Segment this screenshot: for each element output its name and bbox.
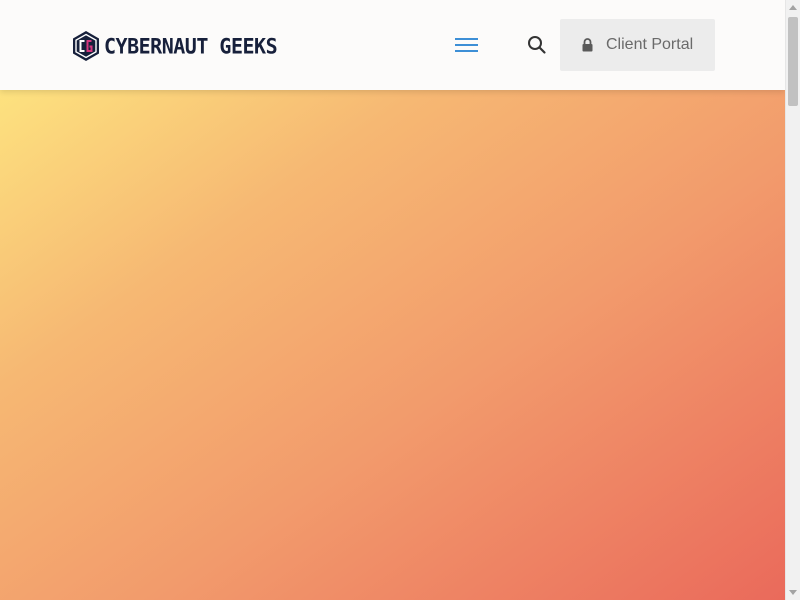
scroll-up-arrow-icon[interactable] bbox=[789, 5, 797, 10]
vertical-scrollbar[interactable] bbox=[785, 0, 800, 600]
site-logo-link[interactable]: CYBERNAUT GEEKS bbox=[72, 30, 278, 62]
search-icon bbox=[528, 36, 546, 54]
menu-bar-bottom bbox=[455, 50, 478, 52]
hero-gradient-banner bbox=[0, 90, 785, 600]
lock-icon bbox=[582, 38, 593, 52]
client-portal-label: Client Portal bbox=[606, 36, 694, 53]
browser-viewport: CYBERNAUT GEEKS Client Portal bbox=[0, 0, 800, 600]
menu-bar-middle bbox=[455, 44, 478, 46]
logo-wordmark: CYBERNAUT GEEKS bbox=[104, 33, 278, 59]
client-portal-button[interactable]: Client Portal bbox=[560, 19, 715, 71]
hamburger-menu-icon[interactable] bbox=[455, 36, 478, 54]
scrollbar-thumb[interactable] bbox=[788, 17, 798, 106]
search-button[interactable] bbox=[526, 34, 548, 56]
page: CYBERNAUT GEEKS Client Portal bbox=[0, 0, 785, 600]
cg-hexagon-logo-icon bbox=[73, 31, 99, 61]
scroll-down-arrow-icon[interactable] bbox=[789, 590, 797, 595]
site-header: CYBERNAUT GEEKS Client Portal bbox=[0, 0, 785, 90]
menu-bar-top bbox=[455, 38, 478, 40]
